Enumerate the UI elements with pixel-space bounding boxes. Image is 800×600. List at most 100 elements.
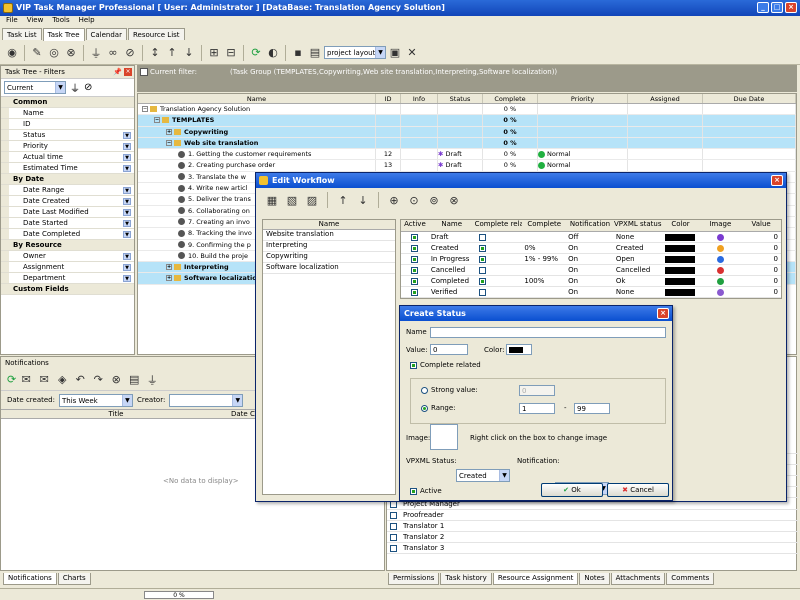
edit-workflow-icon[interactable]: ▧ (284, 192, 300, 208)
status-row[interactable]: Cancelled On Cancelled 0 (401, 265, 781, 276)
resource-row[interactable]: Proofreader (387, 510, 798, 521)
filter-row[interactable]: ID (1, 119, 134, 130)
resource-checkbox[interactable] (390, 522, 397, 530)
filter-row[interactable]: Actual time ▼ (1, 152, 134, 163)
delete-workflow-icon[interactable]: ▨ (304, 192, 320, 208)
tab-calendar[interactable]: Calendar (85, 28, 127, 40)
col-title[interactable]: Title (1, 410, 231, 418)
resource-row[interactable]: Translator 2 (387, 532, 798, 543)
funnel-icon[interactable]: ⏚ (144, 372, 160, 388)
mark-read-icon[interactable]: ◈ (54, 372, 70, 388)
tree-row[interactable]: + Copywriting 0 % (138, 126, 796, 138)
filter-category[interactable]: Custom Fields (1, 284, 134, 295)
menu-file[interactable]: File (6, 16, 18, 27)
name-input[interactable] (430, 327, 666, 338)
filter-row[interactable]: Name (1, 108, 134, 119)
menu-view[interactable]: View (27, 16, 44, 27)
status-active-checkbox[interactable] (411, 277, 419, 285)
col-value[interactable]: Value (741, 220, 781, 231)
col-active[interactable]: Active (401, 220, 429, 231)
status-row[interactable]: Verified On None 0 (401, 287, 781, 298)
print-icon[interactable]: ▤ (307, 45, 323, 61)
filter-category[interactable]: By Date (1, 174, 134, 185)
filter-view-select[interactable]: Current ▼ (4, 81, 66, 94)
arrow-down-icon[interactable]: ↓ (181, 45, 197, 61)
expand-toggle-icon[interactable]: − (154, 117, 160, 124)
filter-row[interactable]: Priority ▼ (1, 141, 134, 152)
image-box[interactable] (430, 424, 458, 450)
active-checkbox[interactable] (410, 487, 417, 495)
ok-button[interactable]: ✔ Ok (541, 483, 603, 497)
refresh-icon[interactable]: ⟳ (248, 45, 264, 61)
move-up-down-icon[interactable]: ↕ (147, 45, 163, 61)
tree-row[interactable]: − TEMPLATES 0 % (138, 115, 796, 127)
range-from-input[interactable]: 1 (519, 403, 555, 414)
tab-notifications[interactable]: Notifications (3, 573, 57, 585)
date-created-select[interactable]: This Week ▼ (58, 393, 133, 407)
tab-notes[interactable]: Notes (579, 573, 610, 585)
filter-row[interactable]: Date Created ▼ (1, 196, 134, 207)
tree-row[interactable]: 1. Getting the customer requirements 12 ✱ D… (138, 149, 796, 161)
chevron-down-icon[interactable]: ▼ (123, 220, 131, 227)
complete-related-checkbox[interactable] (410, 361, 417, 369)
pin-icon[interactable]: 📌 (113, 68, 122, 76)
col-vpxml-status[interactable]: VPXML status (614, 220, 662, 231)
expand-toggle-icon[interactable]: − (142, 106, 148, 112)
status-active-checkbox[interactable] (411, 255, 419, 263)
chevron-down-icon[interactable]: ▼ (123, 198, 131, 205)
value-spinner[interactable]: 0 (430, 344, 468, 355)
edit-status-icon[interactable]: ⊙ (406, 192, 422, 208)
col-name[interactable]: Name (429, 220, 475, 231)
maximize-button[interactable]: □ (771, 2, 783, 13)
tab-task-list[interactable]: Task List (2, 28, 42, 40)
chevron-down-icon[interactable]: ▼ (123, 143, 131, 150)
copy-task-icon[interactable]: ◎ (46, 45, 62, 61)
expand-toggle-icon[interactable]: − (166, 139, 172, 146)
reply-icon[interactable]: ↶ (72, 372, 88, 388)
filter-row[interactable]: Status ▼ (1, 130, 134, 141)
resource-checkbox[interactable] (390, 533, 397, 541)
filter-row[interactable]: Owner ▼ (1, 251, 134, 262)
tab-comments[interactable]: Comments (666, 573, 715, 585)
tab-attachments[interactable]: Attachments (610, 573, 666, 585)
filter-row[interactable]: Assignment ▼ (1, 262, 134, 273)
color-picker[interactable] (506, 344, 532, 355)
mail-open-icon[interactable]: ✉ (36, 372, 52, 388)
reset-layout-icon[interactable]: ✕ (404, 45, 420, 61)
collapse-icon[interactable]: ⊟ (223, 45, 239, 61)
workflow-list-item[interactable]: Software localization (263, 263, 395, 274)
chevron-down-icon[interactable]: ▼ (123, 165, 131, 172)
expand-toggle-icon[interactable]: + (166, 128, 172, 135)
col-due-date[interactable]: Due Date (703, 94, 796, 103)
current-filter-checkbox[interactable] (140, 68, 148, 76)
view-options-icon[interactable]: ◐ (265, 45, 281, 61)
workflow-list-item[interactable]: Copywriting (263, 252, 395, 263)
col-assigned[interactable]: Assigned (628, 94, 703, 103)
tab-resource-assignment[interactable]: Resource Assignment (492, 573, 579, 585)
chevron-down-icon[interactable]: ▼ (123, 187, 131, 194)
mail-icon[interactable]: ✉ (18, 372, 34, 388)
close-button[interactable]: × (785, 2, 797, 13)
close-icon[interactable]: × (657, 308, 669, 319)
status-row[interactable]: In Progress 1% - 99% On Open 0 (401, 254, 781, 265)
filter-icon[interactable]: ⏚ (88, 45, 104, 61)
delete-task-icon[interactable]: ⊗ (63, 45, 79, 61)
status-related-checkbox[interactable] (478, 244, 486, 252)
new-workflow-icon[interactable]: ▦ (264, 192, 280, 208)
status-related-checkbox[interactable] (478, 255, 486, 263)
range-to-input[interactable]: 99 (574, 403, 610, 414)
save-layout-icon[interactable]: ▣ (387, 45, 403, 61)
resource-row[interactable]: Translator 1 (387, 521, 798, 532)
filter-row[interactable]: Date Last Modified ▼ (1, 207, 134, 218)
funnel-clear-icon[interactable]: ⊘ (84, 82, 92, 93)
new-task-icon[interactable]: ◉ (4, 45, 20, 61)
col-complete[interactable]: Complete (522, 220, 566, 231)
tab-resource-list[interactable]: Resource List (127, 28, 185, 40)
creator-select[interactable]: ▼ (169, 393, 244, 407)
chevron-down-icon[interactable]: ▼ (123, 253, 131, 260)
layout-select[interactable]: project layout ▼ (324, 46, 386, 59)
chevron-down-icon[interactable]: ▼ (123, 209, 131, 216)
add-status-icon[interactable]: ⊕ (386, 192, 402, 208)
col-complete[interactable]: Complete (483, 94, 538, 103)
tree-row[interactable]: − Translation Agency Solution 0 % (138, 104, 796, 116)
